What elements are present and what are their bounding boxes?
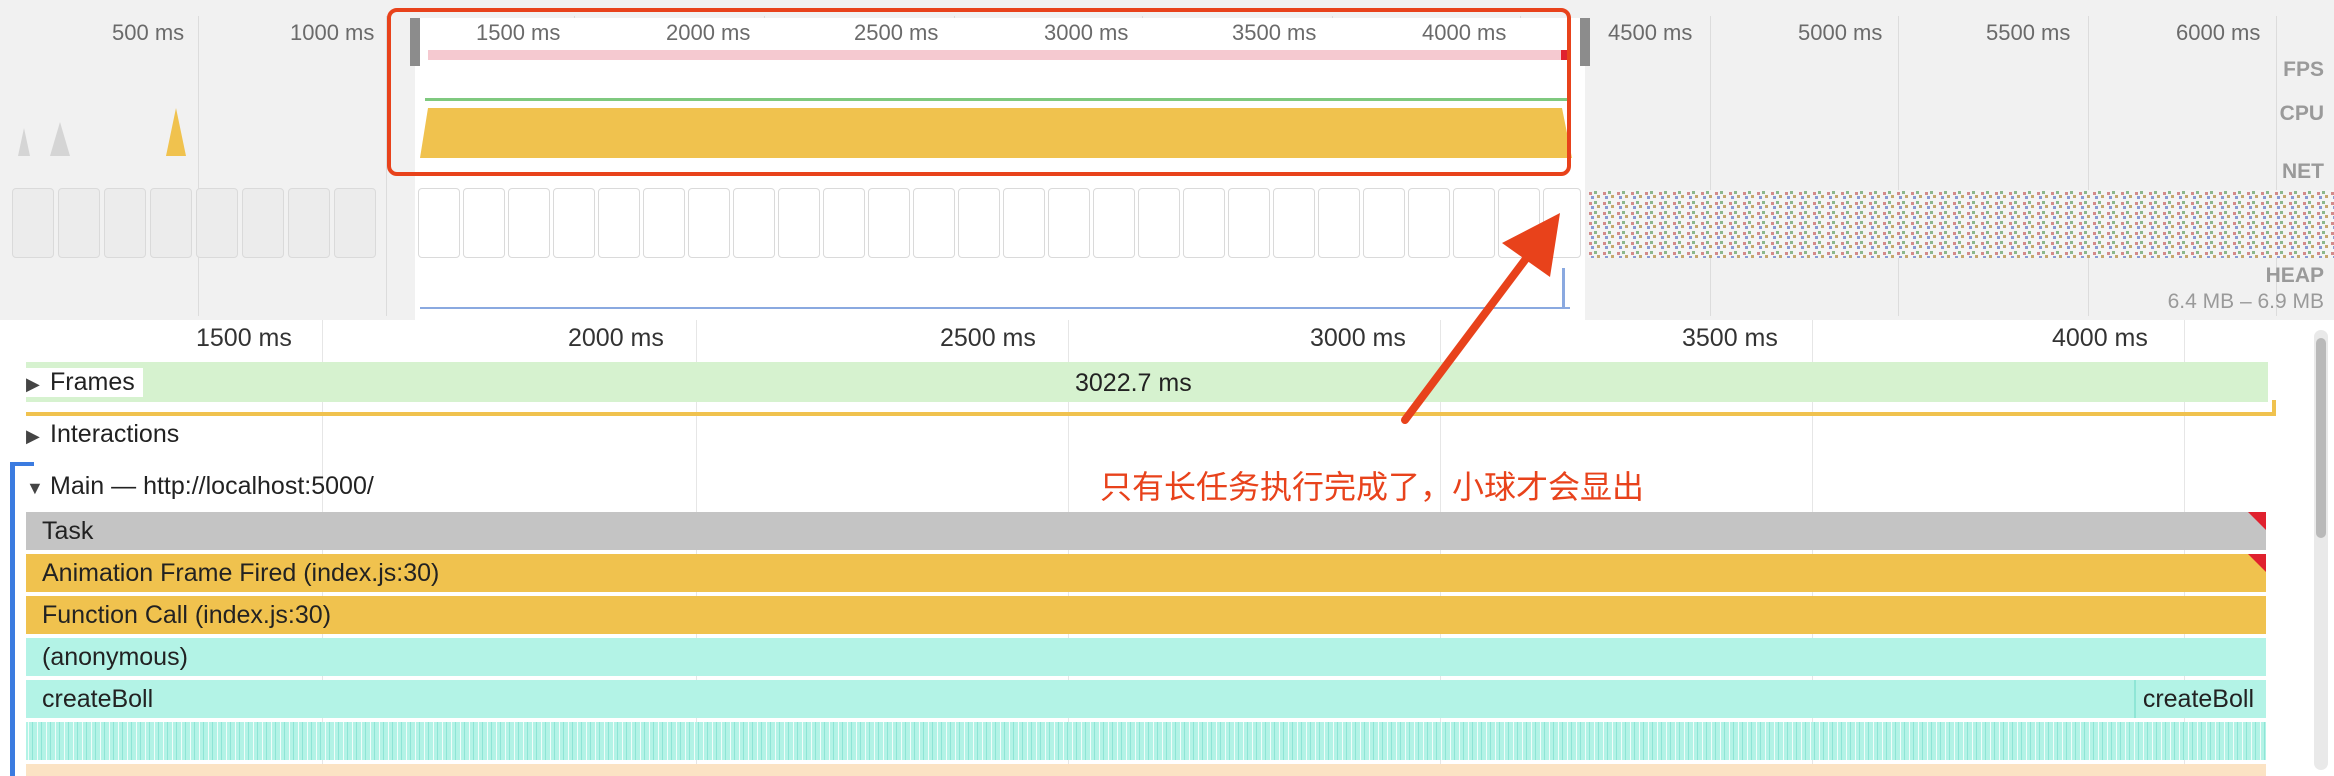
overview-tick-line bbox=[1898, 16, 1899, 316]
screenshot-frame[interactable] bbox=[334, 188, 376, 258]
screenshot-frame[interactable] bbox=[598, 188, 640, 258]
screenshot-frame[interactable] bbox=[12, 188, 54, 258]
screenshot-frame[interactable] bbox=[1183, 188, 1225, 258]
event-label: (anonymous) bbox=[42, 643, 188, 671]
vertical-scrollbar[interactable] bbox=[2314, 330, 2328, 770]
screenshot-frame[interactable] bbox=[913, 188, 955, 258]
event-label: createBoll bbox=[42, 685, 154, 713]
screenshot-thumbnails-busy bbox=[1588, 190, 2334, 258]
screenshot-frame[interactable] bbox=[733, 188, 775, 258]
screenshot-frame[interactable] bbox=[150, 188, 192, 258]
screenshot-frame[interactable] bbox=[508, 188, 550, 258]
overview-tick-label: 6000 ms bbox=[2176, 20, 2261, 45]
annotation-text: 只有长任务执行完成了，小球才会显出 bbox=[1100, 468, 1645, 506]
timeline-tick-label: 3500 ms bbox=[1682, 324, 1778, 352]
screenshot-frame[interactable] bbox=[1003, 188, 1045, 258]
main-thread-selection-border-top bbox=[10, 462, 34, 466]
interactions-track-header[interactable]: ▶ Interactions bbox=[26, 420, 179, 449]
expand-caret-icon[interactable]: ▶ bbox=[26, 374, 50, 395]
screenshot-frame[interactable] bbox=[1273, 188, 1315, 258]
overview-tick-label: 4500 ms bbox=[1608, 20, 1693, 45]
overview-tick-line bbox=[1710, 16, 1711, 316]
child-calls-stripes[interactable] bbox=[26, 722, 2266, 760]
long-task-warning-icon[interactable] bbox=[2248, 512, 2266, 530]
interactions-track-label: Interactions bbox=[50, 420, 180, 448]
screenshot-frame[interactable] bbox=[104, 188, 146, 258]
timeline-tick-label: 1500 ms bbox=[196, 324, 292, 352]
screenshot-frame[interactable] bbox=[1138, 188, 1180, 258]
timeline-overview[interactable]: 500 ms 1000 ms 1500 ms 2000 ms 2500 ms 3… bbox=[0, 0, 2334, 320]
annotation-highlight-box bbox=[387, 8, 1571, 176]
screenshot-frame[interactable] bbox=[1318, 188, 1360, 258]
screenshot-frame[interactable] bbox=[778, 188, 820, 258]
screenshot-frame[interactable] bbox=[688, 188, 730, 258]
child-calls-bottom-row[interactable] bbox=[26, 764, 2266, 776]
overview-tick-label: 5000 ms bbox=[1798, 20, 1883, 45]
screenshot-frame[interactable] bbox=[196, 188, 238, 258]
event-function-call[interactable]: Function Call (index.js:30) bbox=[26, 596, 2266, 634]
selection-handle-right[interactable] bbox=[1580, 18, 1590, 66]
overview-tick-label: 5500 ms bbox=[1986, 20, 2071, 45]
screenshot-frame[interactable] bbox=[1093, 188, 1135, 258]
event-label-right[interactable]: createBoll bbox=[2143, 680, 2254, 718]
annotation-arrow-icon bbox=[1401, 213, 1560, 424]
net-track-label: NET bbox=[2282, 160, 2324, 183]
event-task[interactable]: Task bbox=[26, 512, 2266, 550]
cpu-track-label: CPU bbox=[2279, 102, 2324, 125]
screenshot-frame[interactable] bbox=[463, 188, 505, 258]
fps-track-label: FPS bbox=[2283, 58, 2324, 81]
frames-range-line bbox=[26, 412, 2276, 416]
screenshot-frame[interactable] bbox=[643, 188, 685, 258]
event-label: Animation Frame Fired (index.js:30) bbox=[42, 559, 440, 587]
screenshot-frame[interactable] bbox=[868, 188, 910, 258]
cpu-small-spikes bbox=[18, 108, 186, 156]
main-thread-header[interactable]: ▼ Main — http://localhost:5000/ bbox=[26, 472, 374, 501]
frames-track-header[interactable]: ▶ Frames bbox=[26, 368, 143, 397]
heap-range-label: 6.4 MB – 6.9 MB bbox=[2167, 290, 2324, 313]
main-thread-label: Main — http://localhost:5000/ bbox=[50, 472, 374, 500]
overview-tick-line bbox=[198, 16, 199, 316]
timeline-tick-label: 4000 ms bbox=[2052, 324, 2148, 352]
event-separator bbox=[2134, 680, 2136, 718]
screenshot-frame[interactable] bbox=[242, 188, 284, 258]
collapse-caret-icon[interactable]: ▼ bbox=[26, 478, 50, 499]
expand-caret-icon[interactable]: ▶ bbox=[26, 426, 50, 447]
event-animation-frame-fired[interactable]: Animation Frame Fired (index.js:30) bbox=[26, 554, 2266, 592]
frame-duration-label: 3022.7 ms bbox=[1075, 369, 1192, 397]
main-thread-selection-border bbox=[10, 462, 15, 776]
heap-track-label: HEAP bbox=[2265, 264, 2324, 287]
overview-tick-label: 500 ms bbox=[112, 20, 185, 45]
timeline-tick-label: 2000 ms bbox=[568, 324, 664, 352]
flame-chart-panel[interactable]: 1500 ms 2000 ms 2500 ms 3000 ms 3500 ms … bbox=[0, 320, 2334, 776]
frames-range-end bbox=[2272, 400, 2276, 416]
screenshot-frame[interactable] bbox=[958, 188, 1000, 258]
screenshot-frame[interactable] bbox=[553, 188, 595, 258]
overview-tick-label: 1000 ms bbox=[290, 20, 375, 45]
timeline-tick-label: 2500 ms bbox=[940, 324, 1036, 352]
screenshot-frame[interactable] bbox=[1048, 188, 1090, 258]
frames-track-label: Frames bbox=[50, 368, 135, 396]
scrollbar-thumb[interactable] bbox=[2316, 338, 2326, 538]
event-label: Function Call (index.js:30) bbox=[42, 601, 332, 629]
event-anonymous[interactable]: (anonymous) bbox=[26, 638, 2266, 676]
screenshot-frame[interactable] bbox=[288, 188, 330, 258]
event-createboll[interactable]: createBoll createBoll bbox=[26, 680, 2266, 718]
event-label: Task bbox=[42, 517, 94, 545]
screenshot-frame[interactable] bbox=[58, 188, 100, 258]
screenshot-frame[interactable] bbox=[418, 188, 460, 258]
long-task-warning-icon[interactable] bbox=[2248, 554, 2266, 572]
screenshot-frame[interactable] bbox=[823, 188, 865, 258]
overview-tick-line bbox=[2088, 16, 2089, 316]
screenshot-frame[interactable] bbox=[1228, 188, 1270, 258]
